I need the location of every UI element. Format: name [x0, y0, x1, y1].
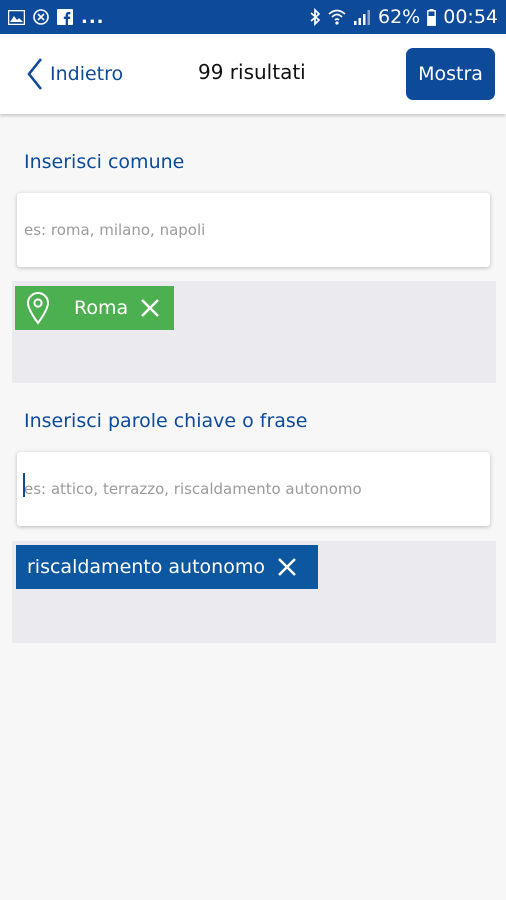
comune-label: Inserisci comune [24, 151, 185, 173]
keywords-tags-area: riscaldamento autonomo [12, 541, 496, 643]
comune-tags-area: Roma [12, 281, 496, 383]
comune-input[interactable] [17, 193, 490, 267]
remove-chip-icon[interactable] [277, 557, 297, 577]
signal-icon [353, 9, 371, 25]
vpn-icon [33, 9, 49, 25]
keywords-label: Inserisci parole chiave o frase [24, 410, 308, 432]
back-label: Indietro [50, 63, 124, 85]
show-results-button[interactable]: Mostra [406, 48, 495, 100]
wifi-icon [328, 9, 346, 25]
keywords-input-box[interactable] [17, 452, 490, 526]
chip-label: riscaldamento autonomo [27, 556, 265, 578]
comune-input-box[interactable] [17, 193, 490, 267]
chip-label: Roma [74, 297, 129, 319]
battery-icon [427, 8, 437, 26]
text-cursor [23, 473, 25, 497]
results-count: 99 risultati [198, 60, 306, 84]
clock: 00:54 [443, 6, 498, 28]
bluetooth-icon [309, 8, 321, 26]
chevron-left-icon [26, 57, 44, 91]
gallery-icon [8, 9, 25, 25]
battery-percent: 62% [378, 6, 421, 28]
status-bar: ... 62% 00:54 [0, 0, 506, 34]
notification-overflow: ... [81, 6, 105, 28]
location-chip: Roma [15, 286, 174, 330]
keywords-input[interactable] [17, 452, 490, 526]
remove-chip-icon[interactable] [140, 298, 160, 318]
keyword-chip: riscaldamento autonomo [16, 545, 318, 589]
back-button[interactable]: Indietro [26, 56, 123, 92]
facebook-icon [57, 9, 73, 25]
app-header: Indietro 99 risultati Mostra [0, 34, 506, 114]
map-pin-icon [26, 291, 50, 325]
